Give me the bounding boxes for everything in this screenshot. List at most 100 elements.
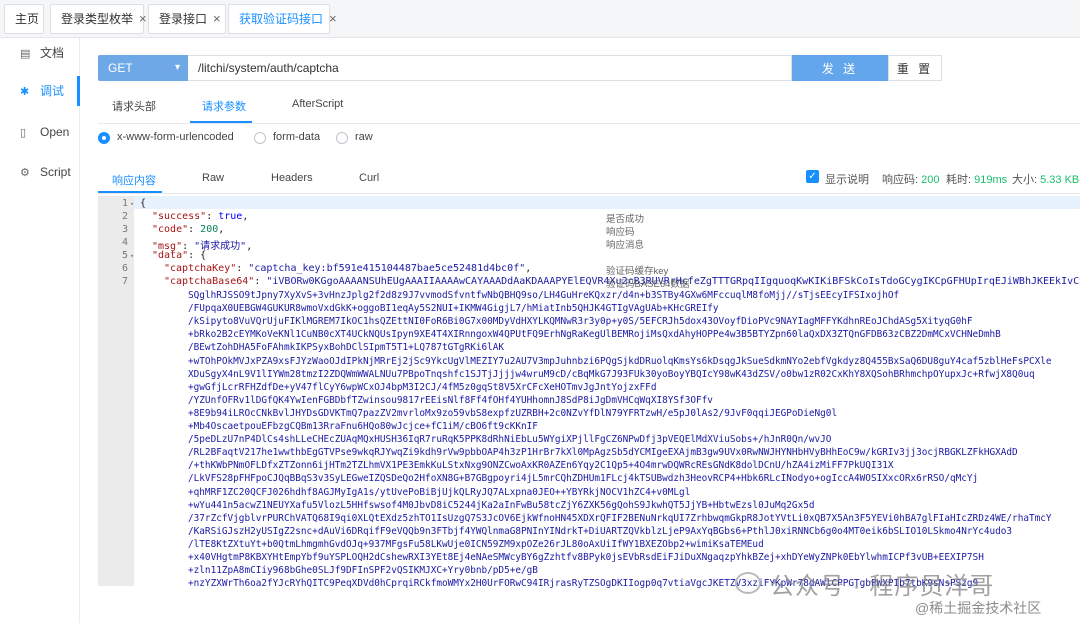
base64-line: /5peDLzU7nP4DlCs4shLLeCHEcZUAqMQxHUSH36I…	[188, 434, 832, 446]
code-line: {	[140, 198, 147, 209]
tab-label: 主页	[15, 12, 40, 26]
line-number: 5	[121, 250, 128, 261]
tab-strip: 主页 登录类型枚举 × 登录接口 × 获取验证码接口 ×	[0, 0, 1080, 38]
base64-line: /RL2BFaqtV217he1wwthbEgGTVPse9wkqRJYwqZi…	[188, 447, 1018, 459]
divider	[98, 193, 1080, 194]
document-icon: ▤	[20, 48, 31, 60]
fold-toggle-icon[interactable]: ▾	[130, 200, 134, 208]
base64-line: /FUpqaX0UEBGW4GUKUR8wmoVxdGkK+oggoBI1eqA…	[188, 303, 719, 315]
json-key: "data"	[152, 250, 189, 261]
base64-line: /LkVFS28pFHFpoCJQqBBqS3v3SyLEGweIZQSDeQo…	[188, 473, 979, 485]
base64-line: /YZUnfOFRv1lDGfQK4YwIenFGBDbfTZwinsou981…	[188, 394, 713, 406]
tab-request-params[interactable]: 请求参数	[202, 98, 246, 114]
status-time-label: 耗时:	[946, 174, 972, 186]
watermark-sub: @稀土掘金技术社区	[915, 600, 1042, 616]
radio-urlencoded[interactable]: x-www-form-urlencoded	[98, 131, 248, 145]
tab-home[interactable]: 主页	[4, 4, 44, 34]
field-comment: 是否成功	[606, 214, 645, 225]
radio-label: x-www-form-urlencoded	[117, 131, 234, 143]
show-desc-checkbox[interactable]: ✓	[806, 170, 819, 183]
fold-toggle-icon[interactable]: ▾	[130, 252, 134, 260]
radio-label: form-data	[273, 131, 321, 143]
send-button[interactable]: 发 送	[792, 55, 888, 81]
close-icon[interactable]: ×	[213, 11, 221, 26]
tab-response-raw[interactable]: Raw	[202, 172, 224, 184]
base64-line: XDuSgyX4nL9V1lIYWm28tmzI2ZDQWmWWALNUu7PB…	[188, 368, 1035, 380]
status-code-value: 200	[921, 174, 940, 186]
radio-dot	[98, 132, 110, 144]
watermark-text: 公众号 · 程序员洋哥	[770, 573, 995, 600]
status-size-value: 5.33 KB	[1040, 174, 1080, 186]
base64-line: /+thKWbPNmOFLDfxZTZonn6ijHTm2TZLhmVX1PE3…	[188, 460, 894, 472]
close-icon[interactable]: ×	[139, 11, 147, 26]
sidebar-item-open[interactable]: ▯ Open	[0, 117, 80, 147]
tab-label: 登录接口	[159, 12, 208, 26]
json-value: "captcha_key:bf591e415104487bae5ce52481d…	[248, 263, 526, 274]
line-number: 1	[121, 198, 128, 209]
tab-label: 获取验证码接口	[239, 12, 324, 26]
json-key: "captchaKey"	[164, 263, 237, 274]
code-line: "success": true,	[152, 211, 249, 222]
tab-response-headers[interactable]: Headers	[271, 172, 313, 184]
active-line-highlight	[134, 196, 1080, 209]
line-number: 4	[121, 237, 128, 248]
sidebar-item-script[interactable]: ⚙ Script	[0, 157, 80, 187]
method-value: GET	[108, 61, 133, 75]
sidebar-item-label: 文档	[40, 46, 65, 60]
sidebar-item-doc[interactable]: ▤ 文档	[0, 38, 80, 68]
tab-afterscript[interactable]: AfterScript	[292, 98, 343, 110]
status-code-label: 响应码:	[882, 174, 919, 186]
base64-line: +bRko2B2cEYMKoVeKNl1CuNB0cXT4UCkNQUsIpyn…	[188, 329, 1001, 341]
status-time: 耗时: 919ms	[946, 171, 1007, 187]
radio-raw[interactable]: raw	[336, 131, 386, 145]
base64-line: /lTE8KtZXtuYt+b0QtmLhmgmhGvdOJq+937MFgsF…	[188, 538, 764, 550]
base64-line: +Mb4OscaetpouEFbzgCQBm13RraFnu6HQo80wJcj…	[188, 421, 538, 432]
method-select[interactable]: GET ▾	[98, 55, 188, 81]
json-key: "captchaBase64"	[164, 276, 255, 287]
line-number: 2	[121, 211, 128, 222]
field-comment: 响应消息	[606, 240, 645, 251]
tab-label: 登录类型枚举	[61, 12, 134, 26]
wechat-logo-icon	[735, 572, 761, 594]
base64-line: /KaRSiGJszH2yUSIgZ2snc+dAuVi6DRqifF9eVQQ…	[188, 525, 1013, 537]
base64-line: /37rZcfVjgblvrPURChVATQ68I9qi0XLQtEXdz5z…	[188, 512, 1052, 524]
line-number: 7	[121, 276, 128, 287]
chevron-down-icon: ▾	[174, 62, 180, 73]
code-line: "data": {	[152, 250, 207, 261]
base64-line: SQglhRJSSO9tJpny7XyXvS+3vHnzJplg2f2d8z9J…	[188, 290, 900, 301]
radio-dot	[336, 132, 348, 144]
sidebar: ▤ 文档 ✱ 调试 ▯ Open ⚙ Script	[0, 38, 80, 623]
radio-form-data[interactable]: form-data	[254, 131, 334, 145]
divider	[98, 123, 1080, 124]
show-desc-label: 显示说明	[825, 174, 869, 186]
radio-dot	[254, 132, 266, 144]
base64-line: +qhMRF1ZC20QCFJ026hdhf8AGJMyIgA1s/ytUveP…	[188, 486, 691, 498]
json-value: true	[218, 211, 243, 222]
tab-captcha-api[interactable]: 获取验证码接口 ×	[228, 4, 337, 34]
tab-login-api[interactable]: 登录接口 ×	[148, 4, 226, 34]
json-value: 200	[200, 224, 219, 235]
close-icon[interactable]: ×	[329, 11, 337, 26]
sidebar-item-label: Open	[40, 125, 70, 139]
status-size-label: 大小:	[1012, 174, 1038, 186]
debug-icon: ✱	[20, 86, 30, 98]
line-number: 6	[121, 263, 128, 274]
tab-login-type-enum[interactable]: 登录类型枚举 ×	[50, 4, 147, 34]
field-comment: 响应码	[606, 227, 635, 238]
url-input[interactable]	[188, 55, 792, 81]
sidebar-item-debug[interactable]: ✱ 调试	[0, 76, 80, 106]
base64-line: +wYu441n5acwZ1NEUYXafu5VlozL5HHfswsof4M0…	[188, 499, 815, 511]
base64-line: +wTOhPOkMVJxPZA9xsFJYzWaoOJdIPkNjMRrEj2j…	[188, 355, 1052, 367]
base64-line: +x40VHgtmP8KBXYHtEmpYbf9uYSPLOQH2dCshewR…	[188, 552, 984, 563]
tab-request-headers[interactable]: 请求头部	[112, 98, 156, 114]
base64-line: +gwGfjLcrRFHZdfDe+yV47flCyY6wpWCxOJ4bpM3…	[188, 381, 657, 393]
reset-button[interactable]: 重 置	[888, 55, 942, 81]
json-key: "code"	[152, 224, 189, 235]
status-size: 大小: 5.33 KB	[1012, 171, 1079, 187]
open-icon: ▯	[20, 127, 27, 139]
tab-response-curl[interactable]: Curl	[359, 172, 379, 184]
base64-line: /kSipyto8VuVQrUjuFIKlMGREM7IkOC1hsQZEttN…	[188, 316, 973, 328]
code-line: "code": 200,	[152, 224, 225, 235]
tab-response-content[interactable]: 响应内容	[112, 172, 156, 188]
script-icon: ⚙	[20, 167, 30, 179]
